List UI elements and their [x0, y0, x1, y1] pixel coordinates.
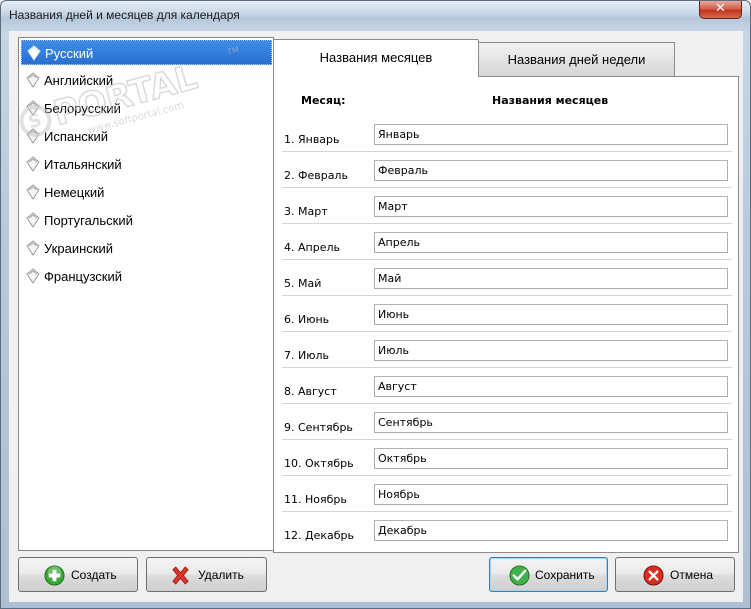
month-label: 3. Март — [284, 205, 328, 218]
table-row: 10. Октябрь — [274, 447, 738, 483]
page-icon — [27, 45, 41, 61]
month-name-input[interactable] — [374, 304, 728, 325]
row-divider — [282, 367, 732, 368]
save-button-label: Сохранить — [535, 568, 595, 582]
plus-icon — [44, 565, 65, 586]
table-row: 5. Май — [274, 267, 738, 303]
month-name-input[interactable] — [374, 232, 728, 253]
month-label: 10. Октябрь — [284, 457, 354, 470]
language-label: Английский — [44, 73, 114, 88]
month-label: 8. Август — [284, 385, 337, 398]
language-label: Украинский — [44, 241, 113, 256]
language-label: Испанский — [44, 129, 109, 144]
tab-month-names[interactable]: Названия месяцев — [273, 39, 479, 77]
table-row: 7. Июль — [274, 339, 738, 375]
title-bar[interactable]: Названия дней и месяцев для календаря ✕ — [1, 1, 750, 31]
language-item[interactable]: Немецкий — [21, 180, 272, 205]
delete-button[interactable]: Удалить — [146, 557, 267, 592]
month-column-header: Месяц: — [301, 94, 346, 107]
table-row: 6. Июнь — [274, 303, 738, 339]
language-label: Французский — [44, 269, 122, 284]
row-divider — [282, 223, 732, 224]
month-label: 7. Июль — [284, 349, 329, 362]
page-icon — [26, 184, 40, 200]
names-column-header: Названия месяцев — [492, 94, 609, 107]
page-icon — [26, 212, 40, 228]
row-divider — [282, 475, 732, 476]
language-label: Португальский — [44, 213, 133, 228]
month-label: 9. Сентябрь — [284, 421, 353, 434]
page-icon — [26, 128, 40, 144]
month-name-input[interactable] — [374, 160, 728, 181]
row-divider — [282, 403, 732, 404]
month-name-input[interactable] — [374, 268, 728, 289]
cross-icon — [172, 566, 189, 585]
month-label: 6. Июнь — [284, 313, 330, 326]
language-list[interactable]: Русский Английский Белорусский Испанский Ита… — [18, 37, 274, 551]
language-item[interactable]: Французский — [21, 264, 272, 289]
language-item[interactable]: Португальский — [21, 208, 272, 233]
language-item[interactable]: Итальянский — [21, 152, 272, 177]
delete-button-label: Удалить — [198, 568, 244, 582]
table-row: 9. Сентябрь — [274, 411, 738, 447]
table-row: 11. Ноябрь — [274, 483, 738, 519]
table-row: 1. Январь — [274, 123, 738, 159]
month-label: 11. Ноябрь — [284, 493, 347, 506]
row-divider — [282, 187, 732, 188]
month-name-input[interactable] — [374, 340, 728, 361]
page-icon — [26, 72, 40, 88]
create-button[interactable]: Создать — [18, 557, 138, 592]
page-icon — [26, 268, 40, 284]
language-label: Итальянский — [44, 157, 122, 172]
cancel-button-label: Отмена — [670, 568, 714, 582]
month-name-input[interactable] — [374, 448, 728, 469]
tab-control: Названия дней недели Названия месяцев Ме… — [273, 39, 739, 553]
month-label: 2. Февраль — [284, 169, 348, 182]
month-label: 4. Апрель — [284, 241, 340, 254]
month-label: 1. Январь — [284, 133, 340, 146]
month-label: 5. Май — [284, 277, 322, 290]
check-icon — [509, 565, 530, 586]
row-divider — [282, 331, 732, 332]
row-divider — [282, 151, 732, 152]
cancel-icon — [643, 565, 664, 586]
close-button[interactable]: ✕ — [699, 1, 742, 19]
row-divider — [282, 439, 732, 440]
table-row: 3. Март — [274, 195, 738, 231]
month-name-input[interactable] — [374, 412, 728, 433]
month-names-page: Месяц: Названия месяцев 1. Январь 2. Февр… — [273, 76, 739, 553]
cancel-button[interactable]: Отмена — [615, 557, 735, 592]
month-label: 12. Декабрь — [284, 529, 354, 542]
language-item[interactable]: Английский — [21, 68, 272, 93]
month-name-input[interactable] — [374, 376, 728, 397]
row-divider — [282, 511, 732, 512]
tab-day-names[interactable]: Названия дней недели — [478, 42, 675, 77]
dialog-client-area: Русский Английский Белорусский Испанский Ита… — [9, 31, 743, 602]
save-button[interactable]: Сохранить — [489, 557, 608, 592]
dialog-window: Названия дней и месяцев для календаря ✕ … — [0, 0, 751, 609]
language-label: Немецкий — [44, 185, 105, 200]
create-button-label: Создать — [71, 568, 117, 582]
month-name-input[interactable] — [374, 124, 728, 145]
month-name-input[interactable] — [374, 196, 728, 217]
language-item[interactable]: Украинский — [21, 236, 272, 261]
language-label: Русский — [45, 46, 94, 61]
page-icon — [26, 100, 40, 116]
window-title: Названия дней и месяцев для календаря — [9, 8, 240, 22]
table-row: 12. Декабрь — [274, 519, 738, 555]
table-row: 4. Апрель — [274, 231, 738, 267]
language-label: Белорусский — [44, 101, 121, 116]
month-name-input[interactable] — [374, 484, 728, 505]
language-item[interactable]: Испанский — [21, 124, 272, 149]
month-name-input[interactable] — [374, 520, 728, 541]
language-item[interactable]: Русский — [21, 40, 272, 65]
page-icon — [26, 240, 40, 256]
table-row: 8. Август — [274, 375, 738, 411]
row-divider — [282, 295, 732, 296]
table-row: 2. Февраль — [274, 159, 738, 195]
row-divider — [282, 259, 732, 260]
page-icon — [26, 156, 40, 172]
language-item[interactable]: Белорусский — [21, 96, 272, 121]
